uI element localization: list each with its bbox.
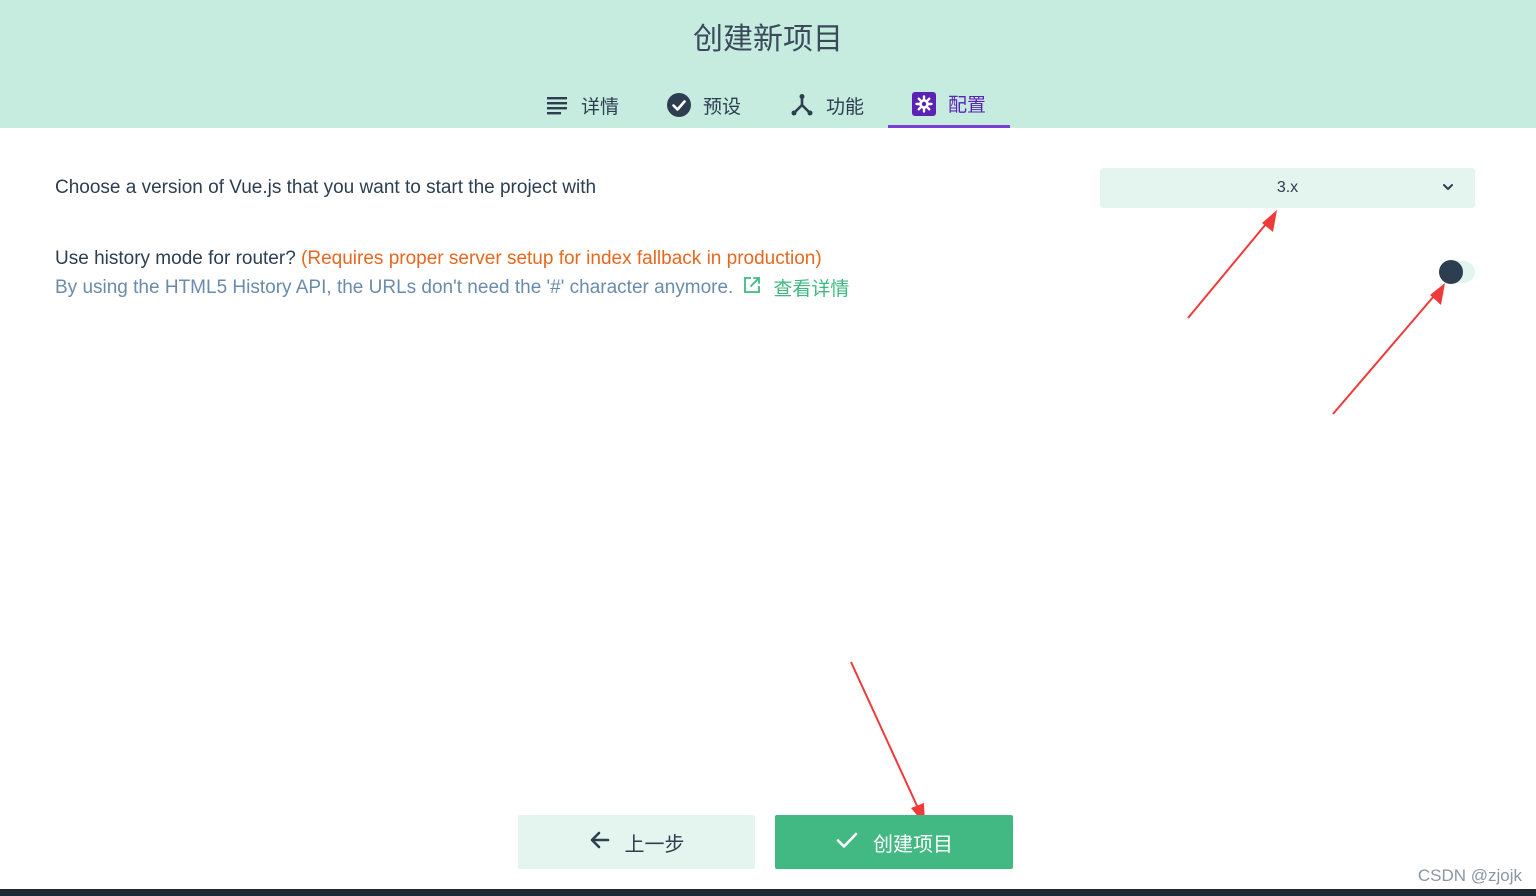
vue-version-value: 3.x <box>1276 179 1299 196</box>
check-icon <box>835 828 859 857</box>
more-info-label: 查看详情 <box>773 278 850 300</box>
toggle-knob <box>1439 260 1463 284</box>
create-project-label: 创建项目 <box>873 831 953 856</box>
header: 创建新项目 详情 预设 功能 配置 <box>0 0 1536 128</box>
step-tabs: 详情 预设 功能 配置 <box>0 82 1536 128</box>
bottom-bar <box>0 889 1536 896</box>
list-icon <box>545 93 569 117</box>
previous-step-button[interactable]: 上一步 <box>518 815 755 869</box>
page-title: 创建新项目 <box>693 22 843 57</box>
tab-details[interactable]: 详情 <box>530 82 634 128</box>
gear-icon <box>911 91 936 116</box>
tab-presets[interactable]: 预设 <box>652 82 756 128</box>
annotation-arrow-select <box>1187 210 1277 319</box>
annotation-arrow-toggle <box>1332 283 1445 415</box>
history-mode-description-text: By using the HTML5 History API, the URLs… <box>55 276 734 298</box>
history-mode-question: Use history mode for router? (Requires p… <box>55 248 822 270</box>
chevron-down-icon <box>1441 180 1455 194</box>
history-mode-label: Use history mode for router? <box>55 248 296 269</box>
check-circle-icon <box>666 93 691 117</box>
tab-config[interactable]: 配置 <box>888 82 1010 128</box>
vue-version-select[interactable]: 3.x <box>1100 168 1475 208</box>
history-mode-toggle[interactable] <box>1439 260 1475 284</box>
vue-version-question: Choose a version of Vue.js that you want… <box>55 177 597 198</box>
annotation-arrows <box>850 210 1445 825</box>
tab-label: 预设 <box>702 95 741 118</box>
external-link-icon <box>743 276 761 299</box>
create-project-button[interactable]: 创建项目 <box>775 815 1013 869</box>
watermark: CSDN @zjojk <box>1417 866 1522 885</box>
arrow-left-icon <box>589 829 611 856</box>
history-mode-warning: (Requires proper server setup for index … <box>301 248 822 269</box>
fork-icon <box>790 93 814 117</box>
previous-step-label: 上一步 <box>624 831 685 856</box>
tab-label: 功能 <box>825 95 864 118</box>
annotation-arrow-create <box>850 661 925 825</box>
tab-features[interactable]: 功能 <box>775 82 879 128</box>
more-info-link[interactable]: 查看详情 <box>743 274 849 301</box>
tab-label: 详情 <box>580 95 619 118</box>
history-mode-description: By using the HTML5 History API, the URLs… <box>55 274 849 301</box>
tab-label: 配置 <box>947 94 986 116</box>
